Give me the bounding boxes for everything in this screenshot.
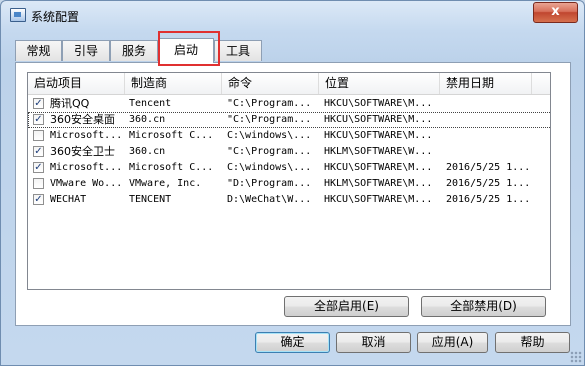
table-row[interactable]: ✓ 360安全桌面 360.cn "C:\Program... HKCU\SOFTWAR… <box>28 112 550 128</box>
cancel-button[interactable]: 取消 <box>336 332 411 353</box>
cell-item: Microsoft... <box>50 130 123 141</box>
startup-list[interactable]: 启动项目 制造商 命令 位置 禁用日期 ✓ 腾讯QQ Tencent "C:\Prog… <box>27 72 551 290</box>
startup-checkbox[interactable]: ✓ <box>33 114 44 125</box>
startup-checkbox[interactable] <box>33 130 44 141</box>
title-bar[interactable]: 系统配置 x <box>1 1 584 29</box>
dialog-client: 常规 引导 服务 启动 工具 启动项目 制造商 命令 位置 禁用日期 ✓ 腾讯QQ… <box>8 31 577 358</box>
col-header-maker[interactable]: 制造商 <box>125 73 222 94</box>
cell-date <box>446 112 538 128</box>
tab-tools[interactable]: 工具 <box>214 40 262 61</box>
cell-maker: 360.cn <box>129 114 166 125</box>
cell-date <box>446 144 538 160</box>
startup-checkbox[interactable]: ✓ <box>33 98 44 109</box>
cell-location: HKLM\SOFTWARE\M... <box>324 178 433 189</box>
cell-location: HKCU\SOFTWARE\M... <box>324 114 433 125</box>
cell-item: WECHAT <box>50 194 87 205</box>
resize-grip[interactable] <box>570 351 582 363</box>
startup-panel: 启动项目 制造商 命令 位置 禁用日期 ✓ 腾讯QQ Tencent "C:\Prog… <box>15 62 571 326</box>
table-row[interactable]: Microsoft... Microsoft C... C:\windows\...… <box>28 128 550 144</box>
table-row[interactable]: ✓ Microsoft... Microsoft C... C:\windows\..… <box>28 160 550 176</box>
disable-all-button[interactable]: 全部禁用(D) <box>421 296 546 317</box>
tab-general[interactable]: 常规 <box>15 40 62 61</box>
window-title: 系统配置 <box>31 10 80 24</box>
cell-command: "C:\Program... <box>227 114 312 125</box>
cell-maker: TENCENT <box>129 194 172 205</box>
cell-item: 360安全桌面 <box>50 113 115 126</box>
cell-maker: 360.cn <box>129 146 166 157</box>
tab-services[interactable]: 服务 <box>110 40 158 61</box>
tab-boot[interactable]: 引导 <box>62 40 110 61</box>
list-header: 启动项目 制造商 命令 位置 禁用日期 <box>28 73 550 95</box>
cell-location: HKCU\SOFTWARE\M... <box>324 162 433 173</box>
cell-date: 2016/5/25 1... <box>446 178 531 189</box>
startup-checkbox[interactable] <box>33 178 44 189</box>
col-header-command[interactable]: 命令 <box>222 73 319 94</box>
cell-command: "C:\Program... <box>227 98 312 109</box>
cell-location: HKCU\SOFTWARE\M... <box>324 194 433 205</box>
cell-maker: Tencent <box>129 98 172 109</box>
cell-maker: Microsoft C... <box>129 130 214 141</box>
cell-item: VMware Wo... <box>50 178 123 189</box>
cell-command: C:\windows\... <box>227 162 312 173</box>
table-row[interactable]: ✓ WECHAT TENCENT D:\WeChat\W... HKCU\SOFTWAR… <box>28 192 550 208</box>
cell-command: "D:\Program... <box>227 178 312 189</box>
msconfig-app-icon <box>10 8 26 22</box>
cell-date <box>446 96 538 112</box>
cell-command: "C:\Program... <box>227 146 312 157</box>
cell-date <box>446 128 538 144</box>
cell-command: D:\WeChat\W... <box>227 194 312 205</box>
table-row[interactable]: VMware Wo... VMware, Inc. "D:\Program... HK… <box>28 176 550 192</box>
col-header-location[interactable]: 位置 <box>319 73 440 94</box>
startup-checkbox[interactable]: ✓ <box>33 162 44 173</box>
table-row[interactable]: ✓ 360安全卫士 360.cn "C:\Program... HKLM\SOFTWAR… <box>28 144 550 160</box>
cell-maker: Microsoft C... <box>129 162 214 173</box>
apply-button[interactable]: 应用(A) <box>417 332 488 353</box>
cell-location: HKCU\SOFTWARE\M... <box>324 130 433 141</box>
cell-maker: VMware, Inc. <box>129 178 202 189</box>
highlight-annotation <box>158 31 220 66</box>
col-header-date[interactable]: 禁用日期 <box>440 73 532 94</box>
help-button[interactable]: 帮助 <box>495 332 570 353</box>
cell-item: 腾讯QQ <box>50 97 90 110</box>
cell-location: HKCU\SOFTWARE\M... <box>324 98 433 109</box>
cell-date: 2016/5/25 1... <box>446 162 531 173</box>
cell-location: HKLM\SOFTWARE\W... <box>324 146 433 157</box>
close-button[interactable]: x <box>533 2 578 23</box>
cell-date: 2016/5/25 1... <box>446 194 531 205</box>
cell-command: C:\windows\... <box>227 130 312 141</box>
enable-all-button[interactable]: 全部启用(E) <box>284 296 409 317</box>
msconfig-window: 系统配置 x 常规 引导 服务 启动 工具 启动项目 制造商 命令 位置 禁用日… <box>0 0 585 366</box>
col-header-item[interactable]: 启动项目 <box>28 73 125 94</box>
startup-checkbox[interactable]: ✓ <box>33 194 44 205</box>
cell-item: 360安全卫士 <box>50 145 115 158</box>
table-row[interactable]: ✓ 腾讯QQ Tencent "C:\Program... HKCU\SOFTWARE\… <box>28 96 550 112</box>
cell-item: Microsoft... <box>50 162 123 173</box>
startup-checkbox[interactable]: ✓ <box>33 146 44 157</box>
ok-button[interactable]: 确定 <box>255 332 330 353</box>
